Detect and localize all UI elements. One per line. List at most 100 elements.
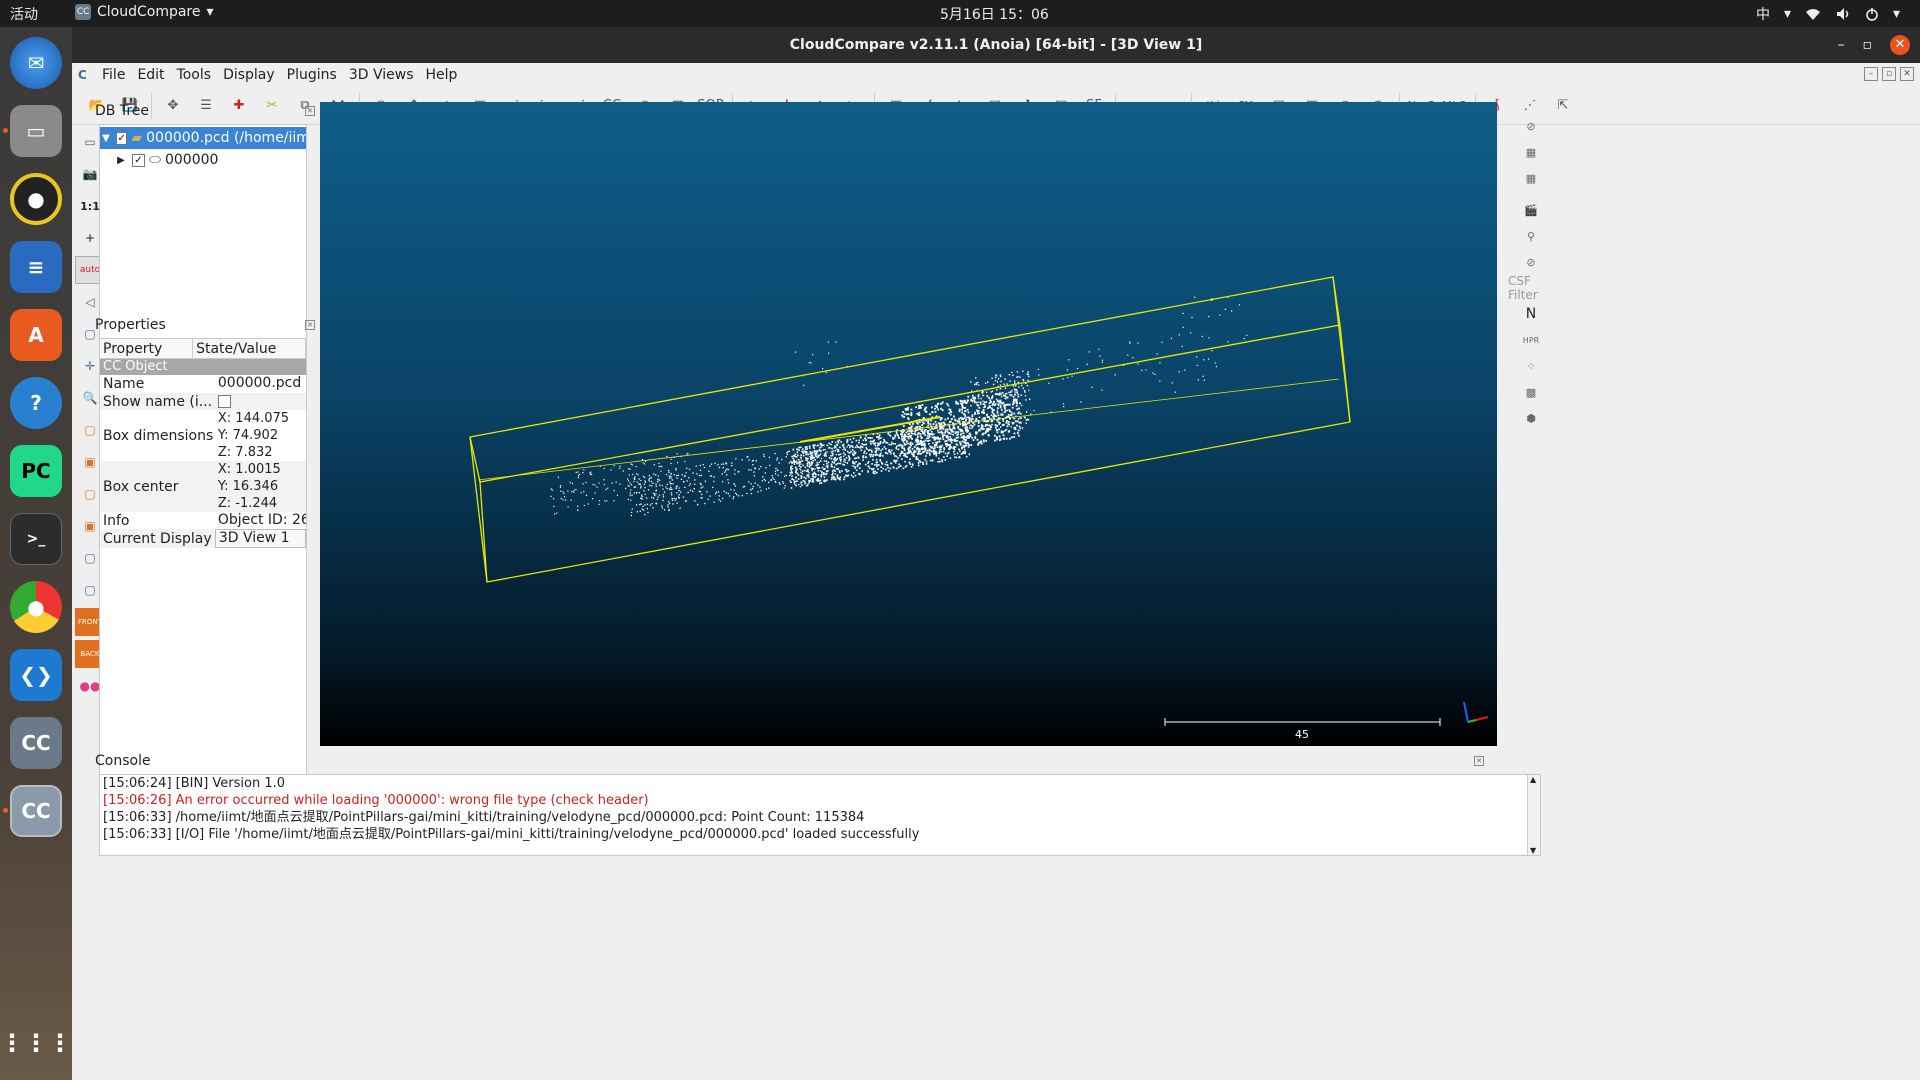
- scroll-down-icon[interactable]: ▼: [1530, 846, 1536, 855]
- activities-button[interactable]: 活动: [10, 4, 38, 24]
- cloudcompare-active-dock-icon[interactable]: CC: [10, 785, 62, 837]
- m3c2-icon[interactable]: ⁘: [1519, 354, 1543, 378]
- list-icon[interactable]: ☰: [191, 91, 221, 121]
- menu-edit[interactable]: Edit: [131, 67, 170, 83]
- translate-rotate-icon[interactable]: ✥: [158, 91, 188, 121]
- cloud-point: [1067, 377, 1069, 379]
- cloud-point: [1004, 430, 1006, 432]
- menu-3d-views[interactable]: 3D Views: [343, 67, 420, 83]
- cloud-point: [648, 475, 650, 477]
- cloud-point: [755, 460, 757, 462]
- cloud-point: [639, 510, 641, 512]
- visibility-checkbox[interactable]: ✓: [132, 153, 145, 167]
- mdi-minimize-icon[interactable]: –: [1864, 67, 1878, 81]
- cork-icon[interactable]: ▦: [1519, 166, 1543, 190]
- menu-file[interactable]: File: [96, 67, 131, 83]
- cloud-point: [988, 397, 990, 399]
- chrome-icon[interactable]: ●: [10, 581, 62, 633]
- menu-help[interactable]: Help: [419, 67, 463, 83]
- tree-item-file[interactable]: ▼ ✓ ▰ 000000.pcd (/home/iimt/...: [100, 127, 306, 149]
- cloud-point: [798, 463, 801, 465]
- cloudcompare-dock-icon[interactable]: CC: [10, 717, 62, 769]
- brush-icon[interactable]: ⚲: [1519, 224, 1543, 248]
- cloud-point: [821, 466, 824, 469]
- menu-display[interactable]: Display: [217, 67, 281, 83]
- cloud-point: [994, 426, 997, 429]
- cloud-point: [676, 492, 678, 494]
- cloud-point: [830, 451, 832, 453]
- maximize-icon[interactable]: ▫: [1863, 27, 1873, 63]
- cloud-point: [1231, 310, 1233, 312]
- cloud-point: [921, 432, 924, 435]
- vertical-scrollbar[interactable]: ▲ ▼: [1527, 775, 1540, 855]
- clock[interactable]: 5月16日 15：06: [940, 4, 1049, 24]
- compass-icon[interactable]: ⊘: [1519, 250, 1543, 274]
- minimize-icon[interactable]: –: [1838, 27, 1845, 63]
- show-name-checkbox[interactable]: [217, 395, 231, 408]
- cloud-point: [659, 479, 661, 481]
- system-tray[interactable]: 中 ▾ ▾: [1756, 4, 1900, 24]
- expand-right-icon[interactable]: ▶: [114, 155, 128, 166]
- tree-item-cloud[interactable]: ▶ ✓ ⬭ 000000: [100, 149, 306, 171]
- dbtree-close-icon[interactable]: ✕: [305, 106, 315, 116]
- visibility-checkbox[interactable]: ✓: [115, 131, 128, 145]
- 3d-view[interactable]: 45: [320, 102, 1497, 746]
- cloud-point: [971, 425, 973, 427]
- scroll-up-icon[interactable]: ▲: [1530, 775, 1536, 784]
- pcv-icon[interactable]: ▩: [1519, 380, 1543, 404]
- cloud-point: [1184, 369, 1186, 371]
- console-log[interactable]: [15:06:24] [BIN] Version 1.0 [15:06:26] …: [99, 774, 1541, 856]
- cloud-point: [1026, 384, 1029, 387]
- input-method-indicator[interactable]: 中: [1756, 4, 1770, 24]
- mdi-restore-icon[interactable]: ▫: [1882, 67, 1896, 81]
- close-icon[interactable]: ✕: [1890, 35, 1910, 55]
- pycharm-icon[interactable]: PC: [10, 445, 62, 497]
- poisson-icon[interactable]: ⬢: [1519, 406, 1543, 430]
- cloud-point: [871, 440, 874, 443]
- menu-plugins[interactable]: Plugins: [281, 67, 343, 83]
- point-picking-icon[interactable]: ✚: [224, 91, 254, 121]
- segment-icon[interactable]: ✂: [257, 91, 287, 121]
- menu-tools[interactable]: Tools: [171, 67, 218, 83]
- files-icon[interactable]: ▭: [10, 105, 62, 157]
- properties-close-icon[interactable]: ✕: [305, 320, 315, 330]
- thunderbird-icon[interactable]: ✉: [10, 37, 62, 89]
- cloud-point: [935, 441, 937, 444]
- chevron-down-icon: ▾: [206, 4, 214, 20]
- mdi-close-icon[interactable]: ✕: [1900, 67, 1914, 81]
- cloud-point: [774, 473, 777, 475]
- app-menu[interactable]: CC CloudCompare ▾: [75, 4, 214, 20]
- show-apps-icon[interactable]: ⋮⋮⋮: [0, 1017, 72, 1069]
- vscode-icon[interactable]: ❮❯: [10, 649, 62, 701]
- terminal-icon[interactable]: >_: [10, 513, 62, 565]
- animation-icon[interactable]: 🎬: [1519, 198, 1543, 222]
- window-titlebar[interactable]: CloudCompare v2.11.1 (Anoia) [64-bit] - …: [72, 27, 1920, 63]
- cloud-point: [794, 351, 797, 353]
- hpr-icon[interactable]: HPR: [1519, 328, 1543, 352]
- cloud-point: [901, 438, 903, 440]
- normal-icon[interactable]: N: [1519, 302, 1543, 326]
- cloud-point: [644, 504, 646, 506]
- rhythmbox-icon[interactable]: ●: [10, 173, 62, 225]
- current-display-select[interactable]: 3D View 1: [214, 529, 306, 548]
- cloud-point: [1238, 304, 1241, 306]
- csf-filter-label[interactable]: CSF Filter: [1508, 274, 1554, 302]
- software-center-icon[interactable]: A: [10, 309, 62, 361]
- cloud-point: [944, 418, 947, 421]
- cloud-point: [883, 438, 885, 441]
- cloud-point: [712, 486, 714, 488]
- writer-icon[interactable]: ≡: [10, 241, 62, 293]
- filter-icon[interactable]: ⊘: [1519, 114, 1543, 138]
- help-icon[interactable]: ?: [10, 377, 62, 429]
- cloud-point: [977, 425, 980, 427]
- cloud-point: [796, 480, 798, 482]
- chevron-down-icon: ▾: [1892, 6, 1900, 22]
- cloud-point: [987, 430, 989, 433]
- cloud-point: [1099, 355, 1101, 357]
- cloud-point: [825, 473, 828, 475]
- expand-down-icon[interactable]: ▼: [100, 133, 112, 144]
- col-icon[interactable]: ▦: [1519, 140, 1543, 164]
- chevron-down-icon: ▾: [1783, 6, 1791, 22]
- console-close-icon[interactable]: ✕: [1474, 756, 1484, 766]
- cloud-point: [592, 483, 594, 485]
